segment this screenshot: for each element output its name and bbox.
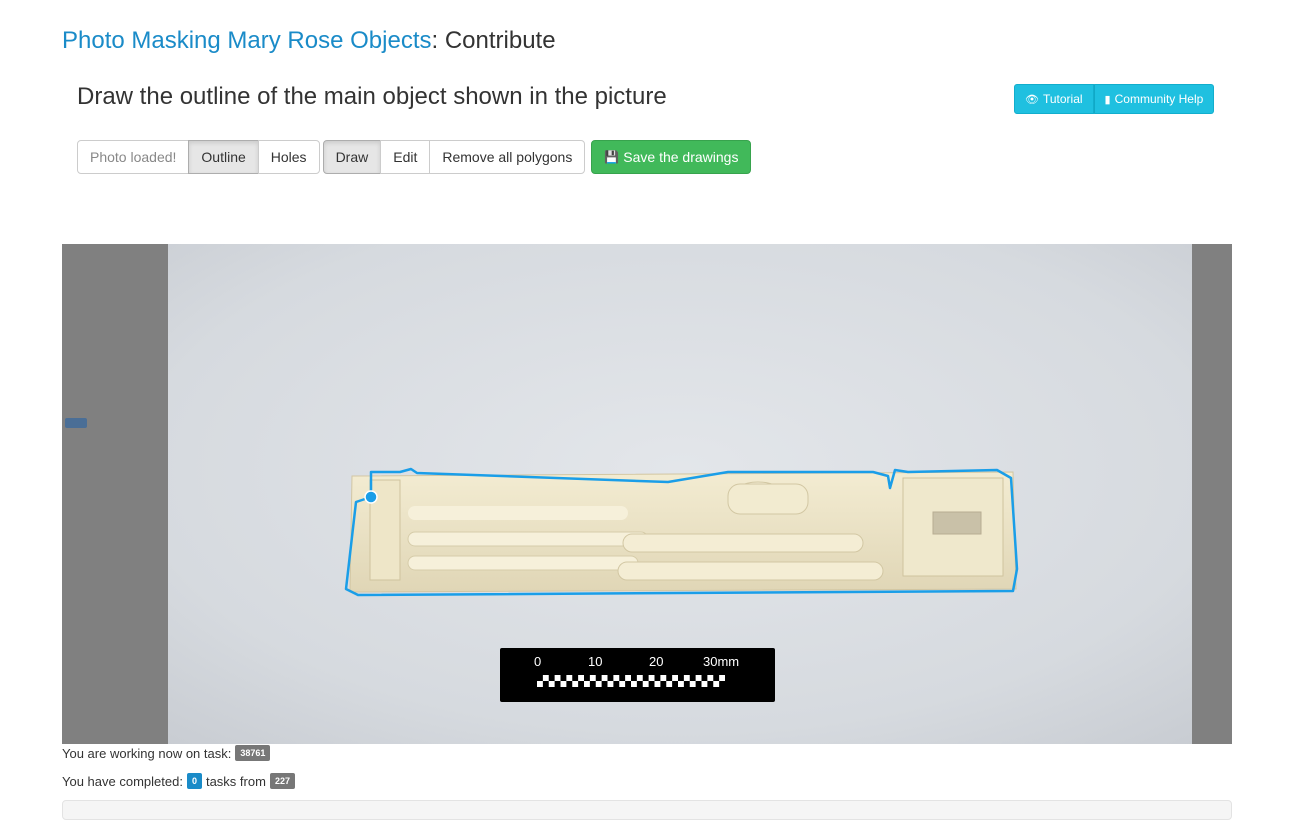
scale-checker-cell bbox=[695, 681, 702, 687]
canvas-pan-handle[interactable] bbox=[65, 418, 87, 428]
mode-button-group: Photo loaded! Outline Holes bbox=[77, 140, 320, 174]
scale-checker-cell bbox=[701, 675, 708, 681]
help-button-group: 👁 Tutorial ▮ Community Help bbox=[1014, 84, 1215, 114]
completion-status: You have completed: 0 tasks from 227 bbox=[62, 773, 299, 789]
tutorial-label: Tutorial bbox=[1042, 92, 1083, 106]
community-help-label: Community Help bbox=[1114, 92, 1204, 106]
scale-checker-cell bbox=[566, 681, 573, 687]
scale-checker-cell bbox=[660, 681, 667, 687]
save-drawings-label: Save the drawings bbox=[623, 149, 739, 165]
floppy-disk-icon: 💾 bbox=[604, 150, 620, 164]
task-instruction: Draw the outline of the main object show… bbox=[77, 83, 667, 110]
scale-checker-cell bbox=[560, 675, 567, 681]
scale-checker-cell bbox=[719, 681, 725, 687]
drawing-canvas[interactable]: 0 10 20 30mm bbox=[62, 244, 1232, 744]
working-task-label: You are working now on task: bbox=[62, 745, 232, 761]
bottom-panel bbox=[62, 800, 1232, 820]
scale-checker-cell bbox=[672, 681, 678, 687]
community-help-button[interactable]: ▮ Community Help bbox=[1093, 84, 1215, 114]
scale-checker-cell bbox=[537, 675, 543, 681]
scale-checker-cell bbox=[678, 675, 684, 681]
scale-checker-cell bbox=[713, 675, 720, 681]
photo-status: Photo loaded! bbox=[77, 140, 190, 174]
eye-icon: 👁 bbox=[1025, 93, 1039, 106]
scale-checker-cell bbox=[654, 675, 661, 681]
scale-checker-cell bbox=[589, 681, 596, 687]
scale-tick-30mm: 30mm bbox=[703, 654, 739, 669]
remove-polygons-button[interactable]: Remove all polygons bbox=[429, 140, 586, 174]
drawing-toolbar: Photo loaded! Outline Holes Draw Edit Re… bbox=[77, 140, 752, 174]
scale-checker-cell bbox=[707, 681, 714, 687]
scale-checker-cell bbox=[584, 675, 590, 681]
scale-checker-cell bbox=[607, 675, 614, 681]
scale-tick-20: 20 bbox=[649, 654, 663, 669]
scale-checker-cell bbox=[631, 675, 637, 681]
scale-checker-cell bbox=[548, 675, 555, 681]
scale-checker-cell bbox=[689, 675, 696, 681]
outline-start-vertex bbox=[364, 490, 378, 504]
scale-tick-10: 10 bbox=[588, 654, 602, 669]
edit-tool-button[interactable]: Edit bbox=[380, 140, 431, 174]
scale-checker-cell bbox=[619, 675, 626, 681]
scale-checker-cell bbox=[642, 675, 649, 681]
scale-checker-cell bbox=[625, 681, 631, 687]
scale-checker-cell bbox=[636, 681, 643, 687]
save-drawings-button[interactable]: 💾 Save the drawings bbox=[591, 140, 752, 174]
page-subtitle: Contribute bbox=[444, 27, 556, 54]
scale-tick-0: 0 bbox=[534, 654, 541, 669]
tool-button-group: Draw Edit Remove all polygons bbox=[322, 140, 586, 174]
scale-checker-cell bbox=[578, 681, 584, 687]
object-photo[interactable]: 0 10 20 30mm bbox=[168, 244, 1192, 744]
scale-checker-cell bbox=[648, 681, 655, 687]
draw-tool-button[interactable]: Draw bbox=[322, 140, 382, 174]
current-task-status: You are working now on task: 38761 bbox=[62, 745, 274, 761]
completed-label: You have completed: bbox=[62, 773, 183, 789]
ivory-object bbox=[349, 471, 1017, 593]
tasks-from-label: tasks from bbox=[205, 773, 266, 789]
tutorial-button[interactable]: 👁 Tutorial bbox=[1014, 84, 1094, 114]
scale-checker-cell bbox=[613, 681, 620, 687]
total-tasks-badge: 227 bbox=[269, 773, 295, 789]
scale-checker-cell bbox=[666, 675, 673, 681]
scale-bar: 0 10 20 30mm bbox=[500, 648, 775, 702]
outline-mode-button[interactable]: Outline bbox=[188, 140, 259, 174]
project-link[interactable]: Photo Masking Mary Rose Objects bbox=[62, 27, 431, 54]
scale-checker-cell bbox=[601, 681, 608, 687]
book-icon: ▮ bbox=[1104, 93, 1111, 106]
holes-mode-button[interactable]: Holes bbox=[257, 140, 320, 174]
scale-checker-cell bbox=[595, 675, 602, 681]
scale-checker-cell bbox=[542, 681, 549, 687]
scale-checker-cell bbox=[554, 681, 561, 687]
scale-checker-cell bbox=[572, 675, 579, 681]
title-separator: : bbox=[431, 27, 439, 54]
page-title: Photo Masking Mary Rose Objects: Contrib… bbox=[62, 27, 556, 55]
task-id-badge: 38761 bbox=[235, 745, 271, 761]
completed-count-badge: 0 bbox=[186, 773, 202, 789]
scale-checker-cell bbox=[683, 681, 690, 687]
